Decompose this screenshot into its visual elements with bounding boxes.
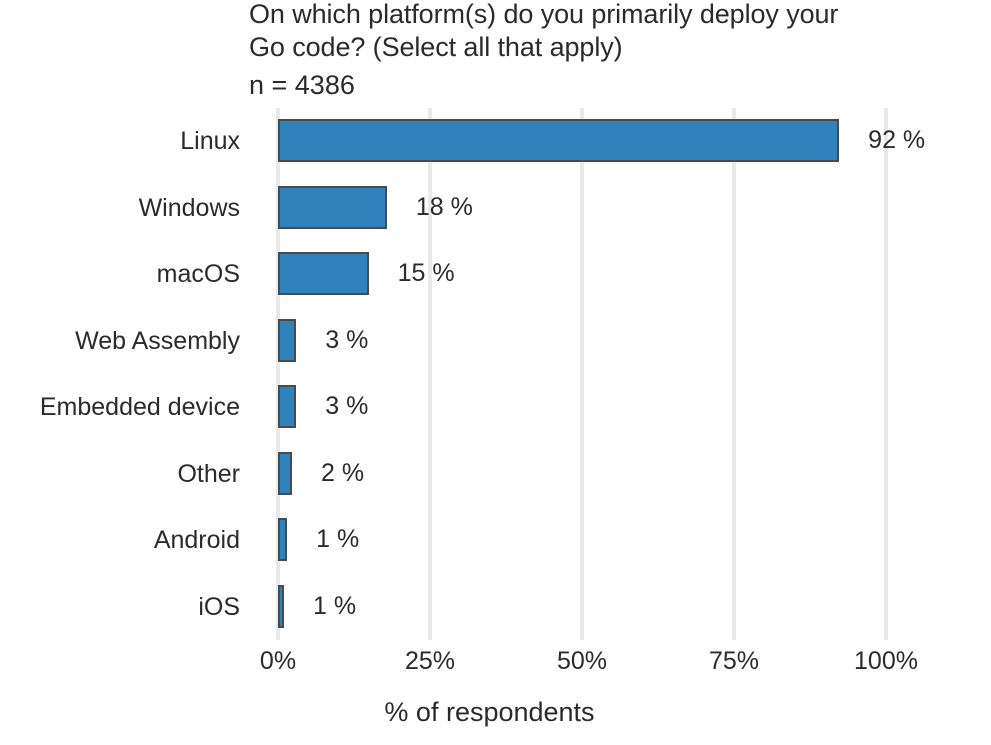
bar-value-label: 3 % [325,392,369,420]
y-axis-label-ios: iOS [198,592,240,621]
x-axis-tick-labels: 0% 25% 50% 75% 100% [260,645,918,681]
bar-web-assembly[interactable] [278,318,297,362]
bar-value-label: 2 % [320,458,365,487]
x-tick-100%: 100% [854,647,918,675]
bar-ios[interactable] [278,584,284,628]
x-tick-25%: 25% [404,647,456,675]
bar-value-label: 18 % [415,192,473,221]
bar-row: 18 % [278,175,991,242]
bar-value-label: 3 % [325,325,369,354]
x-axis-title: % of respondents [0,697,991,728]
bar-row: 3 % [278,374,991,441]
bar-row: 15 % [278,241,991,308]
bar-value-label: 92 % [868,126,926,154]
x-axis-title-text: % of respondents [384,697,595,727]
x-tick-75%: 75% [708,647,760,675]
y-axis-label-android: Android [153,526,240,554]
bar-chart-figure: On which platform(s) do you primarily de… [0,0,991,745]
y-axis-label-web-assembly: Web Assembly [75,326,240,355]
bar-row: 2 % [278,441,991,508]
plot-area: 92 % 18 % 15 % 3 % 3 % 2 % 1 % 1 % [276,108,925,640]
bar-value-label: 15 % [397,259,455,287]
bar-row: 1 % [278,574,991,641]
bar-row: 1 % [278,507,991,574]
y-axis-category-labels: Linux Windows macOS Web Assembly Embedded de… [0,108,240,640]
bar-linux[interactable] [278,119,840,162]
bar-row: 92 % [278,108,991,175]
bar-macos[interactable] [278,252,369,295]
y-axis-label-embedded-device: Embedded device [39,393,240,421]
bar-windows[interactable] [278,185,387,229]
y-axis-label-windows: Windows [138,193,240,222]
x-tick-50%: 50% [556,647,608,675]
bar-row: 3 % [278,308,991,375]
x-tick-0%: 0% [259,647,297,675]
y-axis-label-linux: Linux [180,127,240,155]
plot-region: 92 % 18 % 15 % 3 % 3 % 2 % 1 % 1 % Linux Windows… [0,0,991,745]
y-axis-label-other: Other [177,459,240,488]
bar-value-label: 1 % [316,525,360,553]
bar-embedded-device[interactable] [278,385,297,428]
y-axis-label-macos: macOS [156,260,240,288]
bar-value-label: 1 % [313,591,357,620]
bar-android[interactable] [278,518,288,561]
bar-other[interactable] [278,451,292,495]
